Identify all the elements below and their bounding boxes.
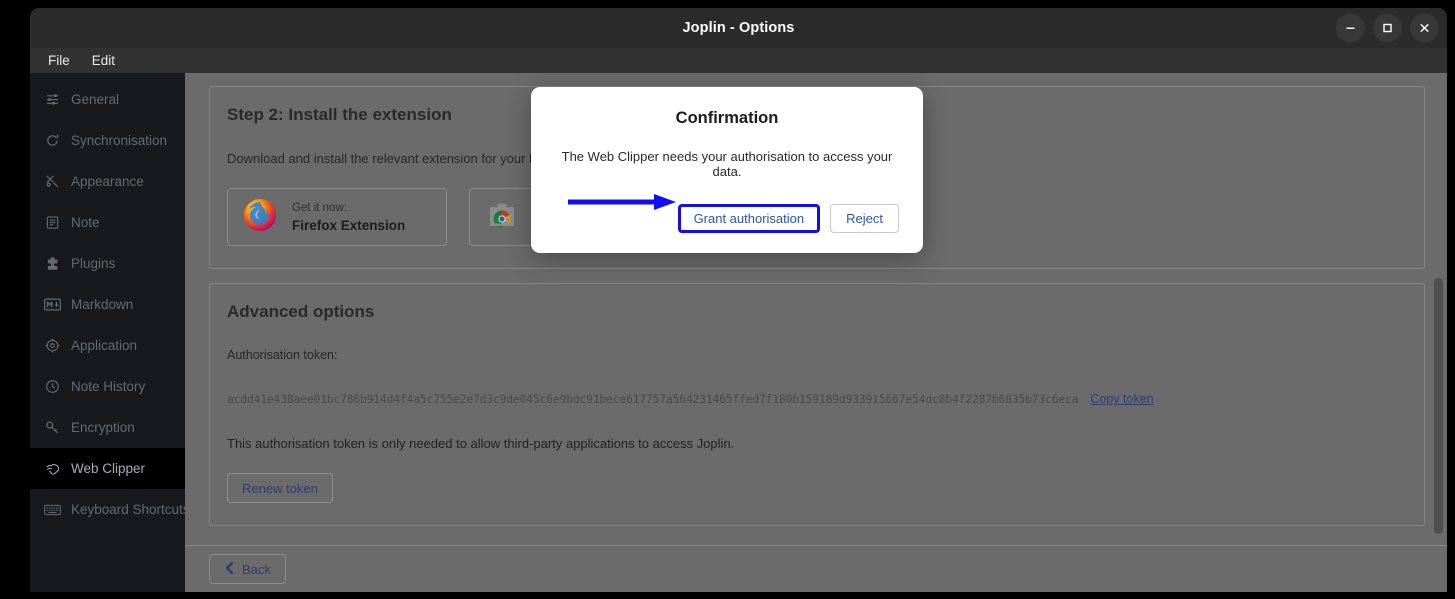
maximize-icon xyxy=(1383,23,1392,33)
sidebar-item-keyboard-shortcuts[interactable]: Keyboard Shortcuts xyxy=(30,489,190,530)
authorisation-token-value: acdd41e438aee01bc786b914d4f4a5c755e2e7d3… xyxy=(227,393,1079,406)
token-note: This authorisation token is only needed … xyxy=(227,436,735,451)
sidebar-item-label: Markdown xyxy=(71,297,134,312)
token-row: acdd41e438aee01bc786b914d4f4a5c755e2e7d3… xyxy=(227,392,1407,406)
back-button[interactable]: Back xyxy=(209,554,286,584)
sidebar-item-label: Synchronisation xyxy=(71,133,168,148)
sidebar-item-label: Keyboard Shortcuts xyxy=(71,502,190,517)
sidebar-item-encryption[interactable]: Encryption xyxy=(30,407,185,448)
clock-icon xyxy=(44,378,61,395)
titlebar: Joplin - Options xyxy=(30,8,1447,48)
window-controls xyxy=(1336,13,1439,43)
copy-token-link[interactable]: Copy token xyxy=(1090,392,1153,406)
renew-token-button[interactable]: Renew token xyxy=(227,473,333,503)
footer-bar: Back xyxy=(185,545,1447,592)
chevron-left-icon xyxy=(224,561,235,578)
sidebar-item-label: Appearance xyxy=(71,174,144,189)
gear-icon xyxy=(44,337,61,354)
menu-edit[interactable]: Edit xyxy=(84,51,123,70)
appearance-icon xyxy=(44,173,61,190)
screen: Joplin - Options File Edit General Synch… xyxy=(0,0,1455,599)
sidebar-item-note[interactable]: Note xyxy=(30,202,185,243)
content-scrollbar[interactable] xyxy=(1434,278,1443,534)
sync-icon xyxy=(44,132,61,149)
sidebar-item-label: General xyxy=(71,92,120,107)
back-button-label: Back xyxy=(242,561,271,577)
dialog-actions: Grant authorisation Reject xyxy=(555,204,899,233)
firefox-icon xyxy=(242,197,278,238)
sidebar-item-label: Web Clipper xyxy=(71,461,146,476)
sidebar-item-label: Plugins xyxy=(71,256,116,271)
sidebar-item-application[interactable]: Application xyxy=(30,325,185,366)
grant-authorisation-button[interactable]: Grant authorisation xyxy=(677,204,821,233)
minimize-icon xyxy=(1346,27,1355,29)
firefox-extension-card[interactable]: Get it now: Firefox Extension xyxy=(227,188,447,246)
sliders-icon xyxy=(44,91,61,108)
options-sidebar: General Synchronisation Appearance Note … xyxy=(30,73,190,592)
menu-file[interactable]: File xyxy=(40,51,78,70)
sidebar-item-markdown[interactable]: Markdown xyxy=(30,284,185,325)
menubar: File Edit xyxy=(30,48,1447,73)
chrome-icon xyxy=(484,197,520,238)
sidebar-item-synchronisation[interactable]: Synchronisation xyxy=(30,120,185,161)
note-icon xyxy=(44,214,61,231)
firefox-card-text: Get it now: Firefox Extension xyxy=(292,200,405,234)
reject-button[interactable]: Reject xyxy=(830,204,899,233)
authorisation-token-label: Authorisation token: xyxy=(227,348,338,362)
confirmation-dialog: Confirmation The Web Clipper needs your … xyxy=(531,87,923,253)
plugin-icon xyxy=(44,255,61,272)
advanced-options-title: Advanced options xyxy=(227,302,375,321)
sidebar-item-label: Note History xyxy=(71,379,146,394)
markdown-icon xyxy=(44,296,61,313)
keyboard-icon xyxy=(44,501,61,518)
clipper-icon xyxy=(44,460,61,477)
sidebar-item-label: Encryption xyxy=(71,420,135,435)
dialog-title: Confirmation xyxy=(675,109,779,127)
firefox-card-big: Firefox Extension xyxy=(292,217,406,233)
sidebar-item-general[interactable]: General xyxy=(30,79,185,120)
minimize-button[interactable] xyxy=(1336,13,1365,43)
dialog-message: The Web Clipper needs your authorisation… xyxy=(561,149,893,179)
sidebar-item-appearance[interactable]: Appearance xyxy=(30,161,185,202)
advanced-options-panel: Advanced options Authorisation token: ac… xyxy=(209,283,1425,526)
close-icon xyxy=(1420,24,1429,32)
window-title: Joplin - Options xyxy=(682,20,795,36)
sidebar-item-label: Note xyxy=(71,215,100,230)
sidebar-item-label: Application xyxy=(71,338,138,353)
firefox-card-small: Get it now: xyxy=(292,201,347,214)
sidebar-item-web-clipper[interactable]: Web Clipper xyxy=(30,448,185,489)
sidebar-item-note-history[interactable]: Note History xyxy=(30,366,185,407)
sidebar-item-plugins[interactable]: Plugins xyxy=(30,243,185,284)
close-button[interactable] xyxy=(1410,13,1439,43)
maximize-button[interactable] xyxy=(1373,13,1402,43)
key-icon xyxy=(44,419,61,436)
